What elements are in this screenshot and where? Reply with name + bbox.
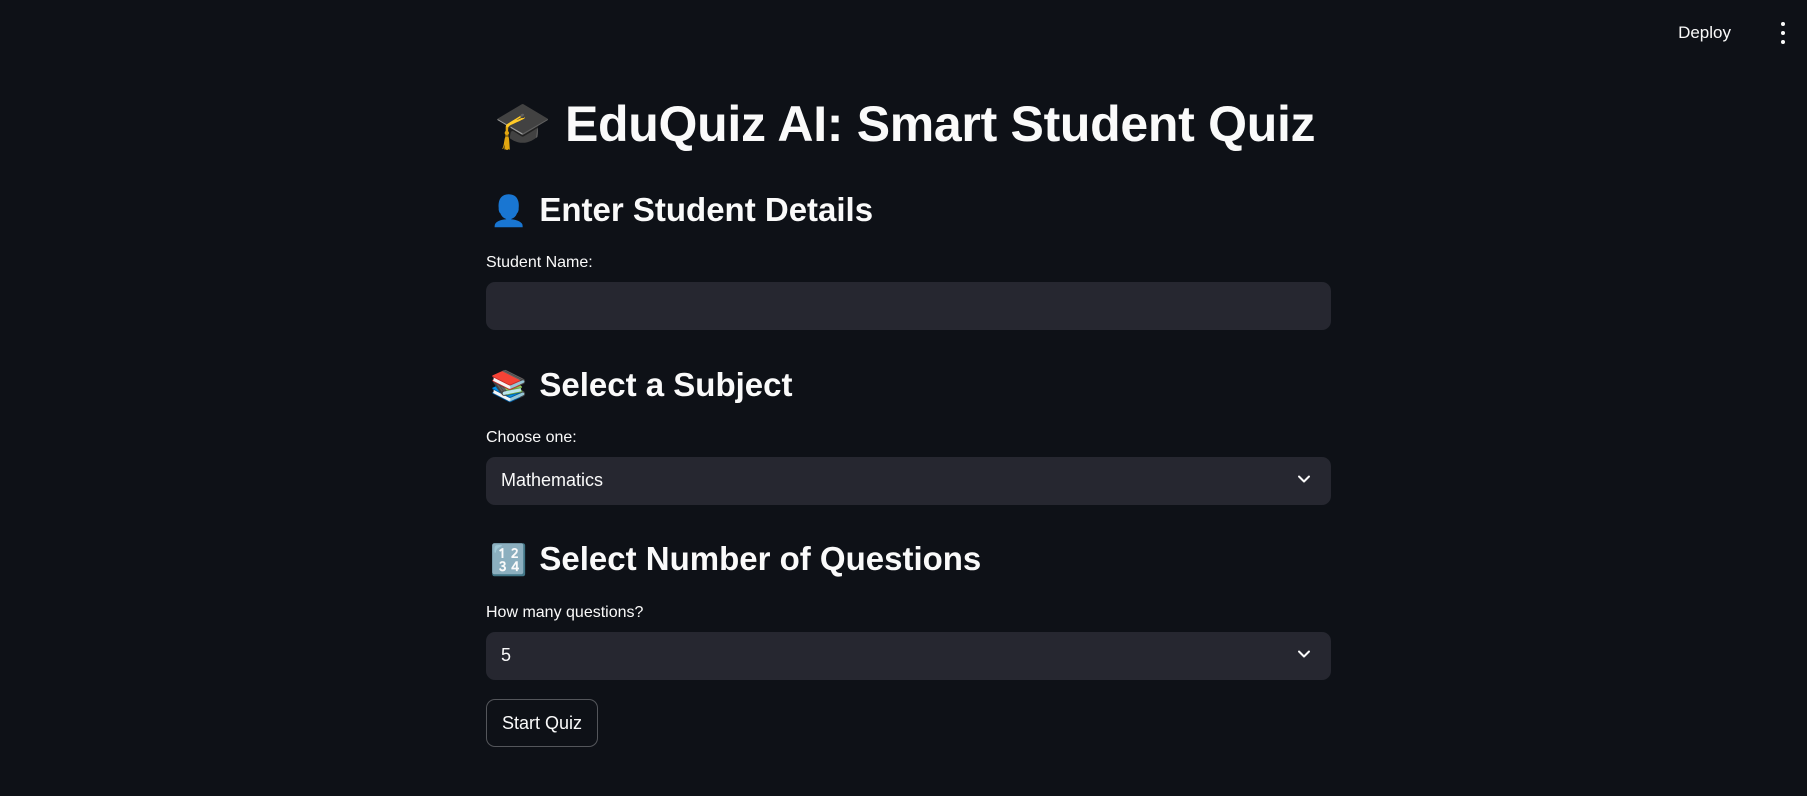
question-count-label: How many questions? (486, 604, 644, 621)
top-toolbar: Deploy (0, 0, 1807, 64)
subject-select[interactable]: Mathematics (486, 457, 1331, 505)
start-quiz-button[interactable]: Start Quiz (486, 699, 599, 747)
person-silhouette-icon: 👤 (490, 195, 528, 228)
page-title: 🎓 EduQuiz AI: Smart Student Quiz (494, 92, 1316, 157)
student-details-heading-text: Enter Student Details (539, 191, 874, 228)
chevron-down-icon[interactable] (1297, 647, 1311, 661)
chevron-down-icon[interactable] (1297, 472, 1311, 486)
student-name-field[interactable] (486, 282, 1331, 330)
student-name-label: Student Name: (486, 254, 593, 271)
question-count-select[interactable]: 5 (486, 632, 1331, 680)
student-name-input[interactable] (486, 282, 1331, 330)
books-icon: 📚 (490, 370, 528, 403)
subject-heading-text: Select a Subject (539, 366, 793, 403)
question-count-select-value: 5 (501, 645, 512, 665)
question-count-heading: 🔢 Select Number of Questions (490, 537, 981, 583)
question-count-heading-text: Select Number of Questions (539, 540, 982, 577)
deploy-button[interactable]: Deploy (1672, 19, 1737, 47)
page-title-text: EduQuiz AI: Smart Student Quiz (564, 96, 1316, 152)
input-numbers-icon: 🔢 (490, 544, 528, 577)
subject-select-label: Choose one: (486, 429, 577, 446)
subject-heading: 📚 Select a Subject (490, 363, 792, 409)
subject-select-value: Mathematics (501, 470, 604, 490)
student-details-heading: 👤 Enter Student Details (490, 188, 873, 234)
graduation-cap-icon: 🎓 (494, 99, 551, 151)
kebab-menu-icon[interactable] (1771, 20, 1795, 46)
